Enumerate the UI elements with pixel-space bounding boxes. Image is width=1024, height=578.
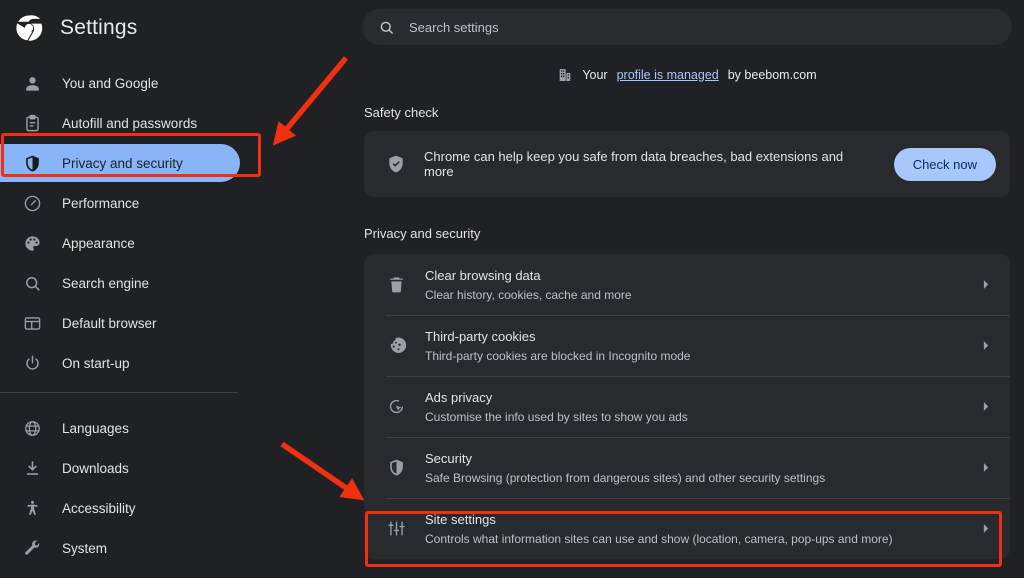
sidebar-item-search-engine[interactable]: Search engine [0, 264, 240, 302]
settings-main-panel: Your profile is managed by beebom.com Sa… [350, 0, 1024, 578]
safety-check-row: Chrome can help keep you safe from data … [364, 131, 1010, 197]
settings-row-body: Security Safe Browsing (protection from … [425, 450, 957, 486]
sidebar-item-label: Languages [62, 421, 129, 436]
search-input[interactable] [409, 20, 996, 35]
sidebar-item-label: Appearance [62, 236, 135, 251]
chevron-right-icon [976, 400, 994, 413]
brand-header: Settings [0, 0, 350, 56]
building-icon [557, 67, 573, 83]
settings-row-title: Clear browsing data [425, 267, 957, 284]
tune-sliders-icon [386, 519, 406, 538]
sidebar-item-autofill-and-passwords[interactable]: Autofill and passwords [0, 104, 240, 142]
sidebar-item-label: System [62, 541, 107, 556]
sidebar-item-label: Accessibility [62, 501, 136, 516]
sidebar-item-privacy-and-security[interactable]: Privacy and security [0, 144, 240, 182]
sidebar-item-accessibility[interactable]: Accessibility [0, 489, 240, 527]
search-icon [22, 273, 42, 293]
settings-row-body: Third-party cookies Third-party cookies … [425, 328, 957, 364]
sidebar-item-you-and-google[interactable]: You and Google [0, 64, 240, 102]
sidebar-item-system[interactable]: System [0, 529, 240, 567]
safety-check-description: Chrome can help keep you safe from data … [424, 149, 876, 179]
sidebar-item-label: Downloads [62, 461, 129, 476]
settings-row-subtitle: Controls what information sites can use … [425, 531, 957, 547]
chrome-logo-icon [14, 13, 44, 43]
privacy-settings-card: Clear browsing data Clear history, cooki… [364, 254, 1010, 559]
browser-window-icon [22, 313, 42, 333]
search-icon [378, 19, 395, 36]
settings-row-security[interactable]: Security Safe Browsing (protection from … [364, 437, 1010, 498]
settings-row-title: Site settings [425, 511, 957, 528]
sidebar-item-label: Performance [62, 196, 139, 211]
page-title: Settings [60, 16, 137, 40]
profile-managed-notice: Your profile is managed by beebom.com [350, 67, 1024, 83]
sidebar-item-label: Default browser [62, 316, 157, 331]
settings-row-third-party-cookies[interactable]: Third-party cookies Third-party cookies … [364, 315, 1010, 376]
chevron-right-icon [976, 339, 994, 352]
sidebar-item-label: Privacy and security [62, 156, 183, 171]
wrench-icon [22, 538, 42, 558]
settings-row-title: Third-party cookies [425, 328, 957, 345]
chevron-right-icon [976, 278, 994, 291]
check-now-button[interactable]: Check now [894, 148, 996, 181]
sidebar-divider-top [0, 392, 238, 393]
shield-icon [22, 153, 42, 173]
palette-icon [22, 233, 42, 253]
sidebar-item-performance[interactable]: Performance [0, 184, 240, 222]
shield-icon [386, 458, 406, 477]
sidebar-item-downloads[interactable]: Downloads [0, 449, 240, 487]
sidebar-item-label: Search engine [62, 276, 149, 291]
settings-row-subtitle: Clear history, cookies, cache and more [425, 287, 957, 303]
chevron-right-icon [976, 461, 994, 474]
profile-is-managed-link[interactable]: profile is managed [617, 68, 719, 82]
trash-icon [386, 275, 406, 294]
download-icon [22, 458, 42, 478]
accessibility-icon [22, 498, 42, 518]
settings-row-site-settings[interactable]: Site settings Controls what information … [364, 498, 1010, 559]
sidebar-item-reset-settings[interactable]: Reset settings [0, 569, 240, 578]
ads-privacy-icon [386, 397, 406, 416]
privacy-and-security-heading: Privacy and security [350, 226, 1024, 241]
clipboard-icon [22, 113, 42, 133]
sidebar-item-label: Autofill and passwords [62, 116, 197, 131]
shield-check-icon [386, 154, 406, 174]
sidebar-item-label: On start-up [62, 356, 130, 371]
sidebar-item-default-browser[interactable]: Default browser [0, 304, 240, 342]
settings-row-body: Clear browsing data Clear history, cooki… [425, 267, 957, 303]
settings-row-ads-privacy[interactable]: Ads privacy Customise the info used by s… [364, 376, 1010, 437]
safety-check-card: Chrome can help keep you safe from data … [364, 131, 1010, 197]
settings-row-body: Ads privacy Customise the info used by s… [425, 389, 957, 425]
search-bar-container [350, 0, 1024, 45]
chevron-right-icon [976, 522, 994, 535]
globe-icon [22, 418, 42, 438]
speedometer-icon [22, 193, 42, 213]
sidebar-item-label: You and Google [62, 76, 158, 91]
sidebar-item-on-start-up[interactable]: On start-up [0, 344, 240, 382]
safety-check-heading: Safety check [350, 105, 1024, 120]
settings-row-subtitle: Customise the info used by sites to show… [425, 409, 957, 425]
sidebar-group-primary: You and Google Autofill and passwords Pr… [0, 56, 350, 382]
power-icon [22, 353, 42, 373]
sidebar-group-secondary: Languages Downloads Accessibility System [0, 401, 350, 578]
settings-row-body: Site settings Controls what information … [425, 511, 957, 547]
search-box[interactable] [362, 9, 1012, 45]
person-icon [22, 73, 42, 93]
settings-sidebar: Settings You and Google Autofill and pas… [0, 0, 350, 578]
settings-row-subtitle: Safe Browsing (protection from dangerous… [425, 470, 957, 486]
settings-row-subtitle: Third-party cookies are blocked in Incog… [425, 348, 957, 364]
managed-notice-suffix: by beebom.com [728, 68, 817, 82]
sidebar-item-appearance[interactable]: Appearance [0, 224, 240, 262]
sidebar-item-languages[interactable]: Languages [0, 409, 240, 447]
managed-notice-prefix: Your [582, 68, 607, 82]
settings-row-title: Ads privacy [425, 389, 957, 406]
settings-row-title: Security [425, 450, 957, 467]
settings-row-clear-browsing-data[interactable]: Clear browsing data Clear history, cooki… [364, 254, 1010, 315]
cookie-icon [386, 336, 406, 355]
